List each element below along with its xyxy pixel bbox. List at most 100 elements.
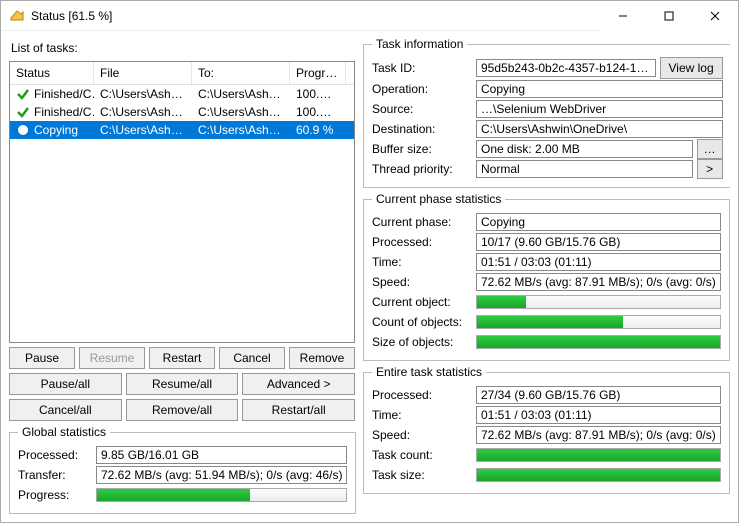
- check-icon: [16, 87, 30, 101]
- col-file[interactable]: File: [94, 62, 192, 84]
- task-buttons-1: Pause Resume Restart Cancel Remove: [9, 347, 355, 369]
- entire-processed-value: 27/34 (9.60 GB/15.76 GB): [476, 386, 721, 404]
- operation-label: Operation:: [372, 82, 476, 96]
- count-objects-label: Count of objects:: [372, 315, 476, 329]
- close-button[interactable]: [692, 1, 738, 31]
- phase-legend: Current phase statistics: [372, 192, 505, 206]
- row-progress: 100.…: [290, 104, 346, 120]
- phase-value: Copying: [476, 213, 721, 231]
- cancel-all-button[interactable]: Cancel/all: [9, 399, 122, 421]
- current-object-label: Current object:: [372, 295, 476, 309]
- status-window: Status [61.5 %] List of tasks: Status Fi…: [0, 0, 739, 523]
- content: List of tasks: Status File To: Progr… Fi…: [1, 31, 738, 522]
- phase-processed-label: Processed:: [372, 235, 476, 249]
- phase-speed-label: Speed:: [372, 275, 476, 289]
- global-processed-value: 9.85 GB/16.01 GB: [96, 446, 347, 464]
- minimize-button[interactable]: [600, 1, 646, 31]
- thread-value: Normal: [476, 160, 693, 178]
- thread-options-button[interactable]: >: [697, 159, 723, 179]
- row-file: C:\Users\Ashwi…: [94, 86, 192, 102]
- task-size-bar: [476, 468, 721, 482]
- entire-speed-label: Speed:: [372, 428, 476, 442]
- remove-all-button[interactable]: Remove/all: [126, 399, 239, 421]
- resume-all-button[interactable]: Resume/all: [126, 373, 239, 395]
- global-processed-label: Processed:: [18, 448, 96, 462]
- current-phase-statistics: Current phase statistics Current phase:C…: [363, 192, 730, 361]
- task-list-body: Finished/C…C:\Users\Ashwi…C:\Users\Ash…1…: [10, 85, 354, 139]
- row-progress: 60.9 %: [290, 122, 346, 138]
- col-to[interactable]: To:: [192, 62, 290, 84]
- row-status: Copying: [10, 122, 94, 138]
- task-information: Task information Task ID: 95d5b243-0b2c-…: [363, 37, 730, 188]
- global-transfer-label: Transfer:: [18, 468, 96, 482]
- task-buttons-2: Pause/all Resume/all Advanced >: [9, 373, 355, 395]
- task-size-label: Task size:: [372, 468, 476, 482]
- task-buttons-3: Cancel/all Remove/all Restart/all: [9, 399, 355, 421]
- current-object-bar: [476, 295, 721, 309]
- resume-button[interactable]: Resume: [79, 347, 145, 369]
- row-status: Finished/C…: [10, 104, 94, 120]
- pause-button[interactable]: Pause: [9, 347, 75, 369]
- task-info-legend: Task information: [372, 37, 467, 51]
- maximize-button[interactable]: [646, 1, 692, 31]
- phase-processed-value: 10/17 (9.60 GB/15.76 GB): [476, 233, 721, 251]
- entire-task-statistics: Entire task statistics Processed:27/34 (…: [363, 365, 730, 494]
- entire-time-label: Time:: [372, 408, 476, 422]
- task-count-label: Task count:: [372, 448, 476, 462]
- entire-legend: Entire task statistics: [372, 365, 486, 379]
- row-file: C:\Users\Ashwi…: [94, 122, 192, 138]
- source-label: Source:: [372, 102, 476, 116]
- row-file: C:\Users\Ashwi…: [94, 104, 192, 120]
- thread-label: Thread priority:: [372, 162, 476, 176]
- size-objects-label: Size of objects:: [372, 335, 476, 349]
- source-value: …\Selenium WebDriver: [476, 100, 723, 118]
- check-icon: [16, 105, 30, 119]
- busy-icon: [16, 123, 30, 137]
- view-log-button[interactable]: View log: [660, 57, 723, 79]
- buffer-label: Buffer size:: [372, 142, 476, 156]
- entire-time-value: 01:51 / 03:03 (01:11): [476, 406, 721, 424]
- remove-button[interactable]: Remove: [289, 347, 355, 369]
- entire-processed-label: Processed:: [372, 388, 476, 402]
- destination-value: C:\Users\Ashwin\OneDrive\: [476, 120, 723, 138]
- count-objects-bar: [476, 315, 721, 329]
- entire-speed-value: 72.62 MB/s (avg: 87.91 MB/s); 0/s (avg: …: [476, 426, 721, 444]
- task-list[interactable]: Status File To: Progr… Finished/C…C:\Use…: [9, 61, 355, 343]
- phase-time-label: Time:: [372, 255, 476, 269]
- destination-label: Destination:: [372, 122, 476, 136]
- buffer-options-button[interactable]: …: [697, 139, 723, 159]
- task-list-header[interactable]: Status File To: Progr…: [10, 62, 354, 85]
- col-progress[interactable]: Progr…: [290, 62, 346, 84]
- table-row[interactable]: CopyingC:\Users\Ashwi…C:\Users\Ash…60.9 …: [10, 121, 354, 139]
- taskid-value[interactable]: 95d5b243-0b2c-4357-b124-1b1371: [476, 59, 656, 77]
- size-objects-bar: [476, 335, 721, 349]
- operation-value: Copying: [476, 80, 723, 98]
- global-progress-bar: [96, 488, 347, 502]
- restart-all-button[interactable]: Restart/all: [242, 399, 355, 421]
- restart-button[interactable]: Restart: [149, 347, 215, 369]
- row-to: C:\Users\Ash…: [192, 104, 290, 120]
- advanced-button[interactable]: Advanced >: [242, 373, 355, 395]
- phase-label: Current phase:: [372, 215, 476, 229]
- right-panel: Task information Task ID: 95d5b243-0b2c-…: [363, 37, 730, 514]
- table-row[interactable]: Finished/C…C:\Users\Ashwi…C:\Users\Ash…1…: [10, 85, 354, 103]
- row-progress: 100.…: [290, 86, 346, 102]
- cancel-button[interactable]: Cancel: [219, 347, 285, 369]
- row-status: Finished/C…: [10, 86, 94, 102]
- global-legend: Global statistics: [18, 425, 110, 439]
- task-list-label: List of tasks:: [11, 41, 355, 55]
- col-status[interactable]: Status: [10, 62, 94, 84]
- row-to: C:\Users\Ash…: [192, 86, 290, 102]
- global-progress-label: Progress:: [18, 488, 96, 502]
- window-title: Status [61.5 %]: [31, 9, 600, 23]
- global-transfer-value: 72.62 MB/s (avg: 51.94 MB/s); 0/s (avg: …: [96, 466, 347, 484]
- app-icon: [9, 8, 25, 24]
- task-count-bar: [476, 448, 721, 462]
- titlebar[interactable]: Status [61.5 %]: [1, 1, 738, 31]
- window-controls: [600, 1, 738, 31]
- table-row[interactable]: Finished/C…C:\Users\Ashwi…C:\Users\Ash…1…: [10, 103, 354, 121]
- left-panel: List of tasks: Status File To: Progr… Fi…: [9, 37, 355, 514]
- pause-all-button[interactable]: Pause/all: [9, 373, 122, 395]
- global-statistics: Global statistics Processed:9.85 GB/16.0…: [9, 425, 356, 514]
- phase-speed-value: 72.62 MB/s (avg: 87.91 MB/s); 0/s (avg: …: [476, 273, 721, 291]
